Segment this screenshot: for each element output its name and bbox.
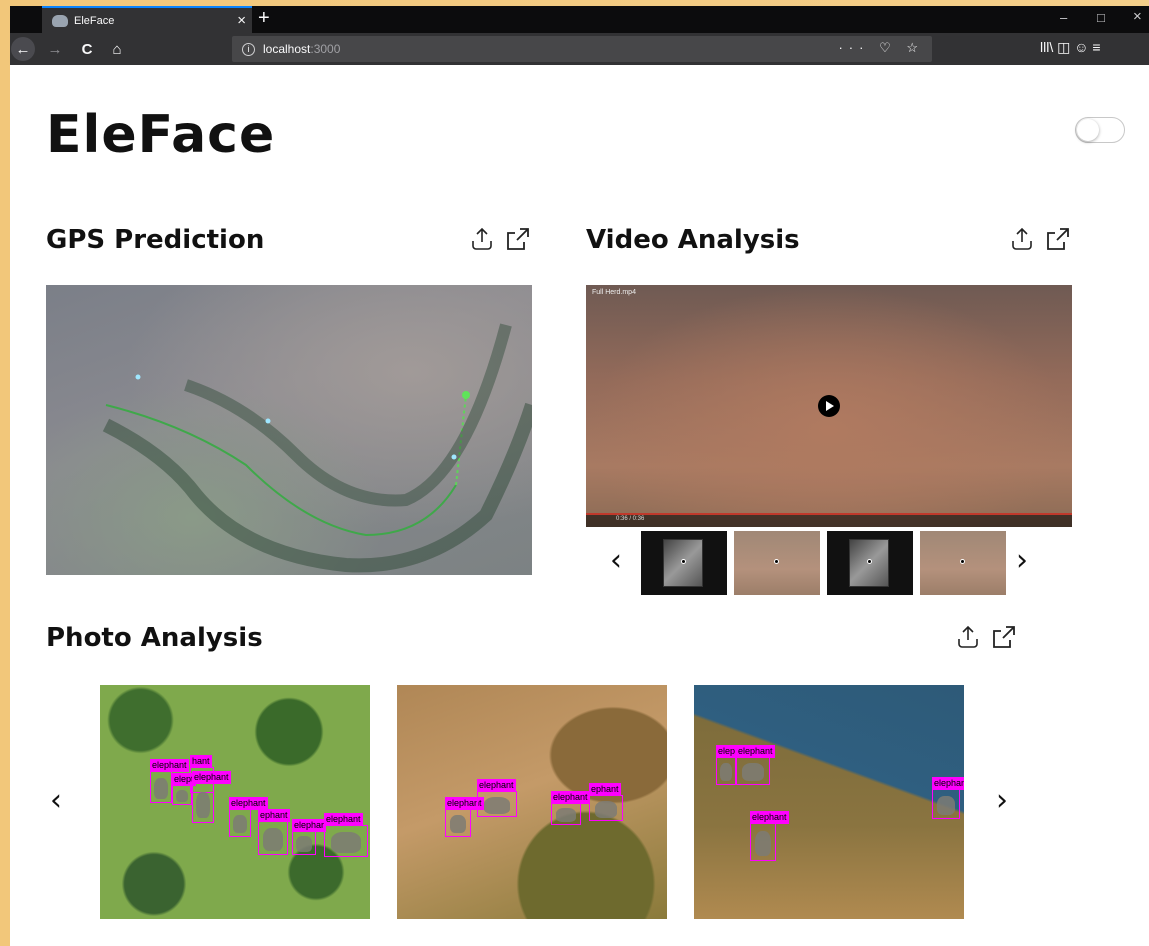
detection-label: elephant — [551, 791, 590, 804]
detection-box: elep — [716, 745, 738, 785]
gps-map[interactable] — [46, 285, 532, 575]
detection-box: elephar — [292, 819, 327, 855]
detection-label: elep — [716, 745, 738, 758]
gps-open-external-icon[interactable] — [504, 225, 532, 253]
video-section-title: Video Analysis — [586, 225, 800, 255]
detection-label: hant — [190, 755, 212, 768]
photo-open-external-icon[interactable] — [990, 623, 1018, 651]
detection-label: ephant — [589, 783, 621, 796]
detection-label: elephar — [292, 819, 327, 832]
nav-toolbar: ← → C ⌂ i localhost:3000 ··· ♡ ☆ lll\ ◫ … — [10, 33, 1149, 65]
video-carousel-next-arrow[interactable]: › — [1016, 543, 1028, 578]
detection-box: elephant — [750, 811, 789, 861]
tab-bar: EleFace × + – □ × — [10, 6, 1149, 33]
close-window-button[interactable]: × — [1133, 8, 1142, 25]
video-thumbnail[interactable] — [641, 531, 727, 595]
tab-close-icon[interactable]: × — [237, 12, 246, 29]
app-page: EleFace GPS Prediction Video Analysis Fu… — [10, 65, 1149, 946]
detection-box: elephant — [551, 791, 590, 825]
detection-label: ephant — [258, 809, 290, 822]
video-controls[interactable]: 0:36 / 0:36 — [586, 513, 1072, 527]
video-thumbnail[interactable] — [827, 531, 913, 595]
tab-eleface[interactable]: EleFace × — [42, 6, 252, 33]
video-carousel-prev-arrow[interactable]: ‹ — [610, 543, 622, 578]
detection-box: elept — [172, 773, 196, 805]
library-sidebar-account-menu-icons[interactable]: lll\ ◫ ☺ ≡ — [1040, 39, 1101, 56]
detection-box: elephant — [932, 777, 964, 819]
maximize-button[interactable]: □ — [1097, 10, 1105, 25]
photo-detection-1[interactable]: elephant hant elept elephant elephant ep… — [100, 685, 370, 919]
detection-label: elephant — [750, 811, 789, 824]
site-info-icon[interactable]: i — [242, 42, 255, 56]
photo-detection-3[interactable]: elep elephant elephant elephant — [694, 685, 964, 919]
detection-box: ephant — [589, 783, 623, 821]
photo-carousel-next-arrow[interactable]: › — [996, 783, 1008, 818]
back-button[interactable]: ← — [11, 37, 35, 61]
photo-upload-icon[interactable] — [954, 623, 982, 651]
detection-box: elephant — [477, 779, 517, 817]
photo-carousel-prev-arrow[interactable]: ‹ — [50, 783, 62, 818]
tab-title: EleFace — [74, 14, 115, 27]
video-upload-icon[interactable] — [1008, 225, 1036, 253]
detection-label: elephant — [736, 745, 775, 758]
video-filename: Full Herd.mp4 — [592, 289, 636, 296]
photo-section-title: Photo Analysis — [46, 623, 263, 653]
detection-label: elephant — [477, 779, 516, 792]
detection-box: elephant — [324, 813, 368, 857]
reload-button[interactable]: C — [76, 38, 98, 60]
detection-box: ephant — [258, 809, 290, 855]
elephant-favicon-icon — [52, 14, 68, 27]
home-button[interactable]: ⌂ — [106, 38, 128, 60]
forward-button[interactable]: → — [44, 38, 66, 60]
toggle-knob — [1077, 119, 1099, 141]
video-player[interactable]: Full Herd.mp4 0:36 / 0:36 — [586, 285, 1072, 527]
video-open-external-icon[interactable] — [1044, 225, 1072, 253]
gps-section-title: GPS Prediction — [46, 225, 265, 255]
detection-box: elephant — [229, 797, 268, 837]
gps-upload-icon[interactable] — [468, 225, 496, 253]
detection-label: elephant — [150, 759, 189, 772]
detection-box: elephant — [445, 797, 484, 837]
video-time: 0:36 / 0:36 — [616, 516, 645, 522]
detection-label: elephant — [932, 777, 964, 790]
new-tab-button[interactable]: + — [258, 7, 270, 30]
app-title: EleFace — [46, 105, 276, 165]
theme-toggle[interactable] — [1075, 117, 1125, 143]
detection-box: elephant — [192, 771, 231, 823]
detection-box: elephant — [736, 745, 775, 785]
url-bar[interactable]: i localhost:3000 ··· ♡ ☆ — [232, 36, 932, 62]
photo-detection-2[interactable]: elephant elephant elephant ephant — [397, 685, 667, 919]
play-icon[interactable] — [818, 395, 840, 417]
video-thumbnail[interactable] — [920, 531, 1006, 595]
video-thumbnail[interactable] — [734, 531, 820, 595]
url-host: localhost — [263, 42, 311, 56]
detection-box: elephant — [150, 759, 189, 803]
detection-label: elephant — [324, 813, 363, 826]
page-actions[interactable]: ··· ♡ ☆ — [838, 40, 924, 56]
video-progress-bar[interactable] — [586, 513, 1072, 515]
minimize-button[interactable]: – — [1060, 10, 1067, 25]
url-port: :3000 — [310, 42, 341, 56]
detection-label: elephant — [192, 771, 231, 784]
gps-track — [102, 323, 532, 573]
browser-window: EleFace × + – □ × ← → C ⌂ i localhost:30… — [10, 6, 1149, 946]
